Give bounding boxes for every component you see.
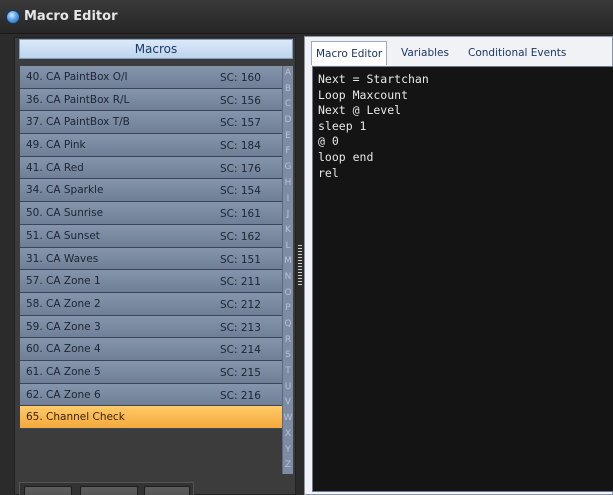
macro-sc-value: SC: 151 [220,253,261,266]
macro-name: 58. CA Zone 2 [26,297,101,310]
alphabet-index-letter[interactable]: Z [283,458,293,474]
macro-sc-value: SC: 154 [220,185,261,198]
macro-sc-value: SC: 176 [220,162,261,175]
macro-list-item[interactable]: 50. CA Sunrise SC: 161 [20,202,282,225]
macro-list-item[interactable]: 40. CA PaintBox O/I SC: 160 [20,66,282,89]
macro-sc-value: SC: 214 [220,344,261,357]
macro-sc-value: SC: 184 [220,140,261,153]
run-button[interactable]: Run [144,486,190,495]
macro-sc-value: SC: 160 [220,72,261,84]
macro-sc-value: SC: 161 [220,208,261,221]
code-line: Loop Maxcount [318,87,409,102]
alphabet-index-letter[interactable]: X [283,427,293,443]
remove-button[interactable]: Remove [80,486,138,495]
macro-name: 40. CA PaintBox O/I [26,71,128,83]
macro-name: 57. CA Zone 1 [26,275,101,288]
alphabet-index-letter[interactable]: O [283,286,293,302]
tab-conditional-events[interactable]: Conditional Events [464,41,570,65]
alphabet-index-letter[interactable]: I [283,192,293,208]
code-line: sleep 1 [318,118,367,133]
macro-name: 41. CA Red [26,161,84,174]
alphabet-index-bar[interactable]: ABCDEFGHIJKLMNOPQRSTUVWXYZ [282,66,293,474]
code-line: loop end [318,149,374,164]
macro-name: 62. CA Zone 6 [26,388,101,401]
alphabet-index-letter[interactable]: P [283,301,293,317]
macro-name: 60. CA Zone 4 [26,343,101,356]
code-line: rel [318,165,339,180]
tab-macro-editor[interactable]: Macro Editor [311,41,388,65]
add-button[interactable]: Add [24,486,72,495]
macro-list-item[interactable]: 31. CA Waves SC: 151 [20,247,282,271]
alphabet-index-letter[interactable]: E [283,129,293,145]
alphabet-index-letter[interactable]: U [283,380,293,396]
macro-name: 50. CA Sunrise [26,207,104,220]
alphabet-index-letter[interactable]: Y [283,443,293,459]
macro-sc-value: SC: 211 [220,276,261,289]
panel-splitter-handle[interactable] [298,245,302,285]
macro-list-item[interactable]: 37. CA PaintBox T/B SC: 157 [20,111,282,135]
alphabet-index-letter[interactable]: D [283,113,293,129]
app-icon [6,10,20,24]
alphabet-index-letter[interactable]: N [283,270,293,286]
macro-list-item[interactable]: 61. CA Zone 5 SC: 215 [20,360,282,384]
code-line: Next = Startchan [318,72,429,86]
tab-variables[interactable]: Variables [397,41,453,65]
alphabet-index-letter[interactable]: Q [283,317,293,333]
macro-name: 65. Channel Check [26,411,125,424]
macros-header: Macros [19,39,293,59]
alphabet-index-letter[interactable]: R [283,333,293,349]
alphabet-index-letter[interactable]: K [283,223,293,239]
macro-list-item[interactable]: 58. CA Zone 2 SC: 212 [20,292,282,316]
macro-name: 59. CA Zone 3 [26,320,101,333]
macro-sc-value: SC: 215 [220,366,261,379]
macro-name: 49. CA Pink [26,139,86,152]
macro-list-item[interactable]: 60. CA Zone 4 SC: 214 [20,338,282,361]
macro-sc-value: SC: 216 [220,389,261,402]
alphabet-index-letter[interactable]: M [283,254,293,270]
alphabet-index-letter[interactable]: T [283,364,293,380]
alphabet-index-letter[interactable]: C [283,97,293,113]
macro-name: 61. CA Zone 5 [26,365,101,378]
macro-list-item[interactable]: 65. Channel Check [20,406,282,429]
editor-panel: Macro Editor Variables Conditional Event… [304,36,613,495]
macro-list-item[interactable]: 51. CA Sunset SC: 162 [20,224,282,248]
window-title: Macro Editor [24,9,118,24]
macro-sc-value: SC: 212 [220,298,261,311]
macro-list-item[interactable]: 36. CA PaintBox R/L SC: 156 [20,88,282,112]
macro-sc-value: SC: 162 [220,230,261,243]
alphabet-index-letter[interactable]: F [283,144,293,160]
macro-sc-value: SC: 213 [220,321,261,334]
alphabet-index-letter[interactable]: H [283,176,293,192]
code-line: Next @ Level [318,103,402,118]
macro-name: 31. CA Waves [26,252,99,265]
macro-list-item[interactable]: 41. CA Red SC: 176 [20,156,282,180]
macro-sc-value: SC: 156 [220,94,261,107]
macro-sc-value: SC: 157 [220,117,261,130]
code-line: @ 0 [318,134,339,149]
macro-list-item[interactable]: 62. CA Zone 6 SC: 216 [20,383,282,407]
alphabet-index-letter[interactable]: G [283,160,293,176]
macro-list: 40. CA PaintBox O/I SC: 160 36. CA PaintBo… [20,66,282,429]
macro-list-item[interactable]: 34. CA Sparkle SC: 154 [20,179,282,203]
macro-list-item[interactable]: 57. CA Zone 1 SC: 211 [20,270,282,293]
alphabet-index-letter[interactable]: S [283,348,293,364]
macro-code-editor[interactable]: Next = Startchan Loop Maxcount Next @ Leve… [312,66,613,492]
macro-list-item[interactable]: 49. CA Pink SC: 184 [20,134,282,157]
macro-list-item[interactable]: 59. CA Zone 3 SC: 213 [20,315,282,339]
macro-name: 34. CA Sparkle [26,184,104,197]
alphabet-index-letter[interactable]: J [283,207,293,223]
macro-name: 37. CA PaintBox T/B [26,116,130,129]
macro-button-group: Add Remove Run [19,482,194,495]
alphabet-index-letter[interactable]: V [283,395,293,411]
alphabet-index-letter[interactable]: W [283,411,293,427]
alphabet-index-letter[interactable]: L [283,239,293,255]
macro-name: 36. CA PaintBox R/L [26,93,130,106]
code-lines: Next = Startchan Loop Maxcount Next @ Leve… [313,67,613,181]
alphabet-index-letter[interactable]: B [283,82,293,98]
macro-name: 51. CA Sunset [26,229,100,242]
title-bar: Macro Editor [0,0,613,34]
macros-panel: Macros 40. CA PaintBox O/I SC: 160 36. CA … [14,37,296,495]
alphabet-index-letter[interactable]: A [283,66,293,82]
